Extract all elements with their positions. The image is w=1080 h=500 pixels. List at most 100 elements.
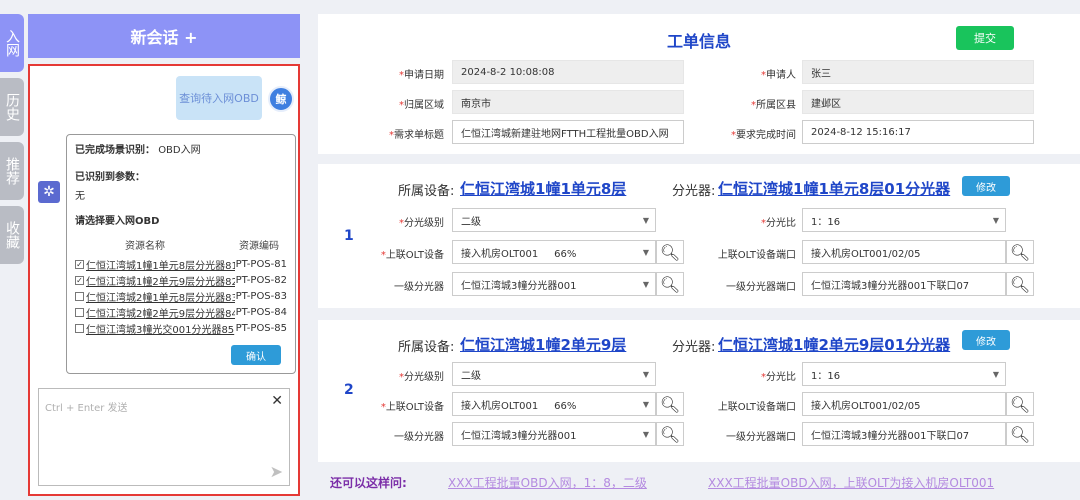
submit-button[interactable]: 提交 (956, 26, 1014, 50)
tab-recommend[interactable]: 推荐 (0, 142, 24, 200)
search-icon[interactable]: 🔍︎ (656, 392, 684, 416)
device-section-1: 1 所属设备: 仁恒江湾城1幢1单元8层 分光器: 仁恒江湾城1幢1单元8层01… (318, 164, 1080, 308)
confirm-button[interactable]: 确认 (231, 345, 281, 365)
search-icon[interactable]: 🔍︎ (1006, 272, 1034, 296)
obd-name[interactable]: 仁恒江湾城2幢1单元8层分光器83 (86, 289, 235, 304)
search-icon[interactable]: 🔍︎ (1006, 392, 1034, 416)
l1-label: 一级分光器 (394, 282, 444, 293)
level-value: 二级 (461, 216, 481, 228)
obd-code: PT-POS-84 (235, 306, 287, 318)
bot-message-card: 已完成场景识别： OBD入网 已识别到参数： 无 请选择要入网OBD 资源名称 … (66, 134, 296, 374)
due-label: *要求完成时间 (731, 130, 796, 141)
obd-row[interactable]: ✓ 仁恒江湾城1幢2单元9层分光器82 PT-POS-82 (75, 272, 287, 288)
l1-value: 仁恒江湾城3幢分光器001 (461, 430, 577, 442)
col-name-header: 资源名称 (125, 241, 165, 252)
chevron-down-icon: ▼ (642, 370, 649, 379)
ratio-value: 1：16 (811, 370, 841, 382)
olt-select[interactable]: 接入机房OLT001 66% ▼ (452, 240, 656, 264)
obd-checkbox[interactable]: ✓ (75, 259, 84, 269)
user-message: 查询待入网OBD (176, 76, 262, 120)
chat-panel: 新会话 + 查询待入网OBD 鲸 ✲ 已完成场景识别： OBD入网 已识别到参数… (28, 14, 300, 496)
obd-row[interactable]: 仁恒江湾城2幢2单元9层分光器84 PT-POS-84 (75, 304, 287, 320)
splitter-link[interactable]: 仁恒江湾城1幢2单元9层01分光器 (718, 334, 950, 355)
search-icon[interactable]: 🔍︎ (656, 272, 684, 296)
device-index: 2 (344, 382, 354, 398)
chevron-down-icon: ▼ (992, 216, 999, 225)
district-field: 建邺区 (802, 90, 1034, 114)
tab-favorites[interactable]: 收藏 (0, 206, 24, 264)
apply-date-label: *申请日期 (399, 70, 444, 81)
edit-button[interactable]: 修改 (962, 330, 1010, 350)
new-chat-button[interactable]: 新会话 + (28, 14, 300, 58)
obd-name[interactable]: 仁恒江湾城1幢2单元9层分光器82 (86, 273, 235, 288)
due-field[interactable]: 2024-8-12 15:16:17 (802, 120, 1034, 144)
olt-port-field[interactable]: 接入机房OLT001/02/05 (802, 392, 1006, 416)
olt-port-label: 上联OLT设备端口 (717, 402, 796, 413)
close-icon[interactable]: ✕ (271, 393, 283, 409)
obd-name[interactable]: 仁恒江湾城1幢1单元8层分光器81 (86, 257, 235, 272)
chevron-down-icon: ▼ (642, 430, 649, 439)
device-link[interactable]: 仁恒江湾城1幢2单元9层 (460, 334, 626, 355)
chevron-down-icon: ▼ (992, 370, 999, 379)
ratio-select[interactable]: 1：16 ▼ (802, 362, 1006, 386)
tab-favorites-label: 收藏 (4, 221, 20, 249)
level-select[interactable]: 二级 ▼ (452, 208, 656, 232)
chevron-down-icon: ▼ (642, 400, 649, 409)
olt-select[interactable]: 接入机房OLT001 66% ▼ (452, 392, 656, 416)
tab-history[interactable]: 历史 (0, 78, 24, 136)
obd-name[interactable]: 仁恒江湾城3幢光交001分光器85 (86, 321, 235, 336)
ratio-select[interactable]: 1：16 ▼ (802, 208, 1006, 232)
l1-select[interactable]: 仁恒江湾城3幢分光器001 ▼ (452, 422, 656, 446)
device-label: 所属设备: (398, 184, 455, 199)
scene-label: 已完成场景识别： (75, 145, 155, 156)
l1-port-label: 一级分光器端口 (726, 282, 796, 293)
req-title-field[interactable]: 仁恒江湾城新建驻地网FTTH工程批量OBD入网 (452, 120, 684, 144)
obd-row[interactable]: 仁恒江湾城3幢光交001分光器85 PT-POS-85 (75, 320, 287, 336)
chevron-down-icon: ▼ (642, 248, 649, 257)
obd-checkbox[interactable]: ✓ (75, 275, 84, 285)
applicant-field: 张三 (802, 60, 1034, 84)
olt-value: 接入机房OLT001 66% (461, 400, 577, 412)
search-icon[interactable]: 🔍︎ (656, 240, 684, 264)
obd-code: PT-POS-83 (235, 290, 287, 302)
tab-join[interactable]: 入网 (0, 14, 24, 72)
l1-port-field[interactable]: 仁恒江湾城3幢分光器001下联口07 (802, 422, 1006, 446)
edit-button[interactable]: 修改 (962, 176, 1010, 196)
l1-label: 一级分光器 (394, 432, 444, 443)
obd-table-header: 资源名称 资源编码 (75, 237, 287, 252)
obd-code: PT-POS-85 (235, 322, 287, 334)
search-icon[interactable]: 🔍︎ (1006, 240, 1034, 264)
input-placeholder: Ctrl + Enter 发送 (45, 403, 128, 414)
req-title-label: *需求单标题 (389, 130, 444, 141)
message-input[interactable]: Ctrl + Enter 发送 ✕ ➤ (38, 388, 290, 486)
params-value: 无 (75, 191, 85, 202)
splitter-link[interactable]: 仁恒江湾城1幢1单元8层01分光器 (718, 178, 950, 199)
olt-port-field[interactable]: 接入机房OLT001/02/05 (802, 240, 1006, 264)
send-icon[interactable]: ➤ (270, 462, 283, 481)
obd-row[interactable]: ✓ 仁恒江湾城1幢1单元8层分光器81 PT-POS-81 (75, 256, 287, 272)
obd-name[interactable]: 仁恒江湾城2幢2单元9层分光器84 (86, 305, 235, 320)
splitter-label: 分光器: (672, 340, 716, 355)
level-value: 二级 (461, 370, 481, 382)
applicant-label: *申请人 (761, 70, 796, 81)
device-link[interactable]: 仁恒江湾城1幢1单元8层 (460, 178, 626, 199)
olt-value: 接入机房OLT001 66% (461, 248, 577, 260)
l1-port-field[interactable]: 仁恒江湾城3幢分光器001下联口07 (802, 272, 1006, 296)
ratio-label: *分光比 (761, 218, 796, 229)
params-label: 已识别到参数： (75, 172, 145, 183)
obd-row[interactable]: 仁恒江湾城2幢1单元8层分光器83 PT-POS-83 (75, 288, 287, 304)
level-label: *分光级别 (399, 372, 444, 383)
search-icon[interactable]: 🔍︎ (1006, 422, 1034, 446)
l1-select[interactable]: 仁恒江湾城3幢分光器001 ▼ (452, 272, 656, 296)
suggestion-link-2[interactable]: XXX工程批量OBD入网，上联OLT为接入机房OLT001 (708, 474, 994, 491)
olt-port-label: 上联OLT设备端口 (717, 250, 796, 261)
scene-value: OBD入网 (158, 145, 201, 156)
search-icon[interactable]: 🔍︎ (656, 422, 684, 446)
user-avatar: 鲸 (268, 86, 294, 112)
chevron-down-icon: ▼ (642, 280, 649, 289)
obd-checkbox[interactable] (75, 323, 84, 333)
obd-checkbox[interactable] (75, 291, 84, 301)
suggestion-link-1[interactable]: XXX工程批量OBD入网，1：8，二级 (448, 474, 647, 491)
obd-checkbox[interactable] (75, 307, 84, 317)
level-select[interactable]: 二级 ▼ (452, 362, 656, 386)
